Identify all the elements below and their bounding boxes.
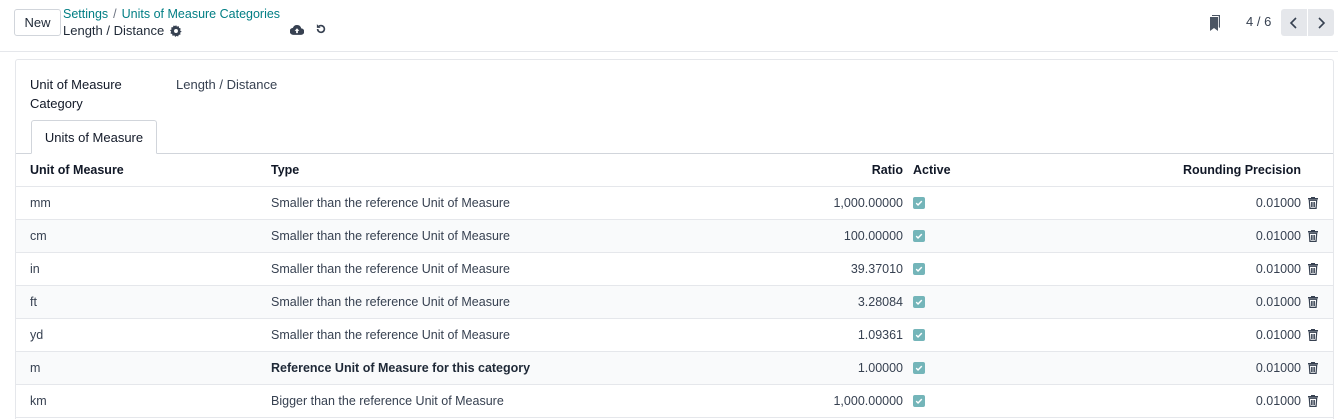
cell-ratio[interactable]: 1,000.00000	[833, 385, 903, 417]
active-checkbox[interactable]	[913, 197, 925, 209]
cell-uom[interactable]: m	[30, 352, 40, 384]
pager-value[interactable]: 4 / 6	[1246, 14, 1271, 29]
discard-icon[interactable]	[313, 21, 329, 37]
cell-rounding-precision[interactable]: 0.01000	[1256, 286, 1301, 318]
cell-active	[913, 220, 925, 252]
cell-rounding-precision[interactable]: 0.01000	[1256, 253, 1301, 285]
cell-uom[interactable]: ft	[30, 286, 37, 318]
table-row[interactable]: mm Smaller than the reference Unit of Mea…	[16, 187, 1333, 220]
form-sheet: Unit of Measure Category Length / Distan…	[15, 59, 1334, 419]
trash-icon[interactable]	[1306, 352, 1320, 384]
cell-active	[913, 385, 925, 417]
gear-icon[interactable]	[170, 24, 182, 37]
cell-type[interactable]: Smaller than the reference Unit of Measu…	[271, 187, 510, 219]
header-uom[interactable]: Unit of Measure	[30, 154, 124, 186]
cell-rounding-precision[interactable]: 0.01000	[1256, 220, 1301, 252]
cell-active	[913, 286, 925, 318]
active-checkbox[interactable]	[913, 329, 925, 341]
cloud-save-icon[interactable]	[289, 22, 305, 38]
cell-rounding-precision[interactable]: 0.01000	[1256, 319, 1301, 351]
check-icon	[915, 233, 923, 240]
cell-type[interactable]: Smaller than the reference Unit of Measu…	[271, 286, 510, 318]
table-row[interactable]: km Bigger than the reference Unit of Meas…	[16, 385, 1333, 418]
breadcrumb-settings[interactable]: Settings	[63, 7, 108, 21]
cell-uom[interactable]: yd	[30, 319, 43, 351]
cell-active	[913, 352, 925, 384]
check-icon	[915, 332, 923, 339]
cell-rounding-precision[interactable]: 0.01000	[1256, 352, 1301, 384]
chevron-right-icon	[1318, 16, 1326, 29]
pager-previous-button[interactable]	[1281, 9, 1307, 36]
check-icon	[915, 200, 923, 207]
bookmark-icon[interactable]	[1207, 13, 1223, 33]
cell-rounding-precision[interactable]: 0.01000	[1256, 385, 1301, 417]
trash-icon[interactable]	[1306, 220, 1320, 252]
cell-ratio[interactable]: 1.00000	[858, 352, 903, 384]
trash-icon[interactable]	[1306, 319, 1320, 351]
header-rounding-precision[interactable]: Rounding Precision	[1183, 154, 1301, 186]
active-checkbox[interactable]	[913, 230, 925, 242]
cell-type[interactable]: Smaller than the reference Unit of Measu…	[271, 253, 510, 285]
cell-ratio[interactable]: 3.28084	[858, 286, 903, 318]
cell-uom[interactable]: km	[30, 385, 47, 417]
cell-type[interactable]: Reference Unit of Measure for this categ…	[271, 352, 530, 384]
tab-units-of-measure[interactable]: Units of Measure	[31, 120, 157, 154]
breadcrumb: Settings / Units of Measure Categories	[63, 7, 280, 21]
cell-uom[interactable]: mm	[30, 187, 51, 219]
category-value[interactable]: Length / Distance	[176, 77, 277, 92]
header-type[interactable]: Type	[271, 154, 299, 186]
cell-uom[interactable]: cm	[30, 220, 47, 252]
uom-table: Unit of Measure Type Ratio Active Roundi…	[16, 154, 1333, 418]
pager-next-button[interactable]	[1308, 9, 1334, 36]
table-row[interactable]: yd Smaller than the reference Unit of Mea…	[16, 319, 1333, 352]
active-checkbox[interactable]	[913, 362, 925, 374]
trash-icon[interactable]	[1306, 286, 1320, 318]
active-checkbox[interactable]	[913, 395, 925, 407]
table-body: mm Smaller than the reference Unit of Mea…	[16, 187, 1333, 418]
cell-ratio[interactable]: 1,000.00000	[833, 187, 903, 219]
record-name: Length / Distance	[63, 23, 165, 38]
check-icon	[915, 398, 923, 405]
table-row[interactable]: ft Smaller than the reference Unit of Mea…	[16, 286, 1333, 319]
cell-active	[913, 319, 925, 351]
trash-icon[interactable]	[1306, 253, 1320, 285]
control-panel: New Settings / Units of Measure Categories…	[0, 0, 1338, 52]
header-ratio[interactable]: Ratio	[872, 154, 903, 186]
cell-ratio[interactable]: 100.00000	[844, 220, 903, 252]
breadcrumb-separator: /	[113, 7, 117, 21]
header-active[interactable]: Active	[913, 154, 951, 186]
table-row[interactable]: in Smaller than the reference Unit of Mea…	[16, 253, 1333, 286]
active-checkbox[interactable]	[913, 296, 925, 308]
cell-type[interactable]: Smaller than the reference Unit of Measu…	[271, 220, 510, 252]
cell-type[interactable]: Smaller than the reference Unit of Measu…	[271, 319, 510, 351]
table-header: Unit of Measure Type Ratio Active Roundi…	[16, 154, 1333, 187]
category-label: Unit of Measure Category	[30, 77, 122, 111]
cell-active	[913, 253, 925, 285]
chevron-left-icon	[1289, 16, 1297, 29]
new-button[interactable]: New	[14, 9, 61, 36]
cell-ratio[interactable]: 1.09361	[858, 319, 903, 351]
active-checkbox[interactable]	[913, 263, 925, 275]
check-icon	[915, 365, 923, 372]
table-row[interactable]: m Reference Unit of Measure for this cate…	[16, 352, 1333, 385]
table-row[interactable]: cm Smaller than the reference Unit of Mea…	[16, 220, 1333, 253]
check-icon	[915, 299, 923, 306]
record-title: Length / Distance	[63, 23, 182, 38]
cell-type[interactable]: Bigger than the reference Unit of Measur…	[271, 385, 504, 417]
cell-rounding-precision[interactable]: 0.01000	[1256, 187, 1301, 219]
cell-ratio[interactable]: 39.37010	[851, 253, 903, 285]
trash-icon[interactable]	[1306, 187, 1320, 219]
trash-icon[interactable]	[1306, 385, 1320, 417]
cell-uom[interactable]: in	[30, 253, 40, 285]
cell-active	[913, 187, 925, 219]
breadcrumb-uom-categories[interactable]: Units of Measure Categories	[122, 7, 280, 21]
check-icon	[915, 266, 923, 273]
